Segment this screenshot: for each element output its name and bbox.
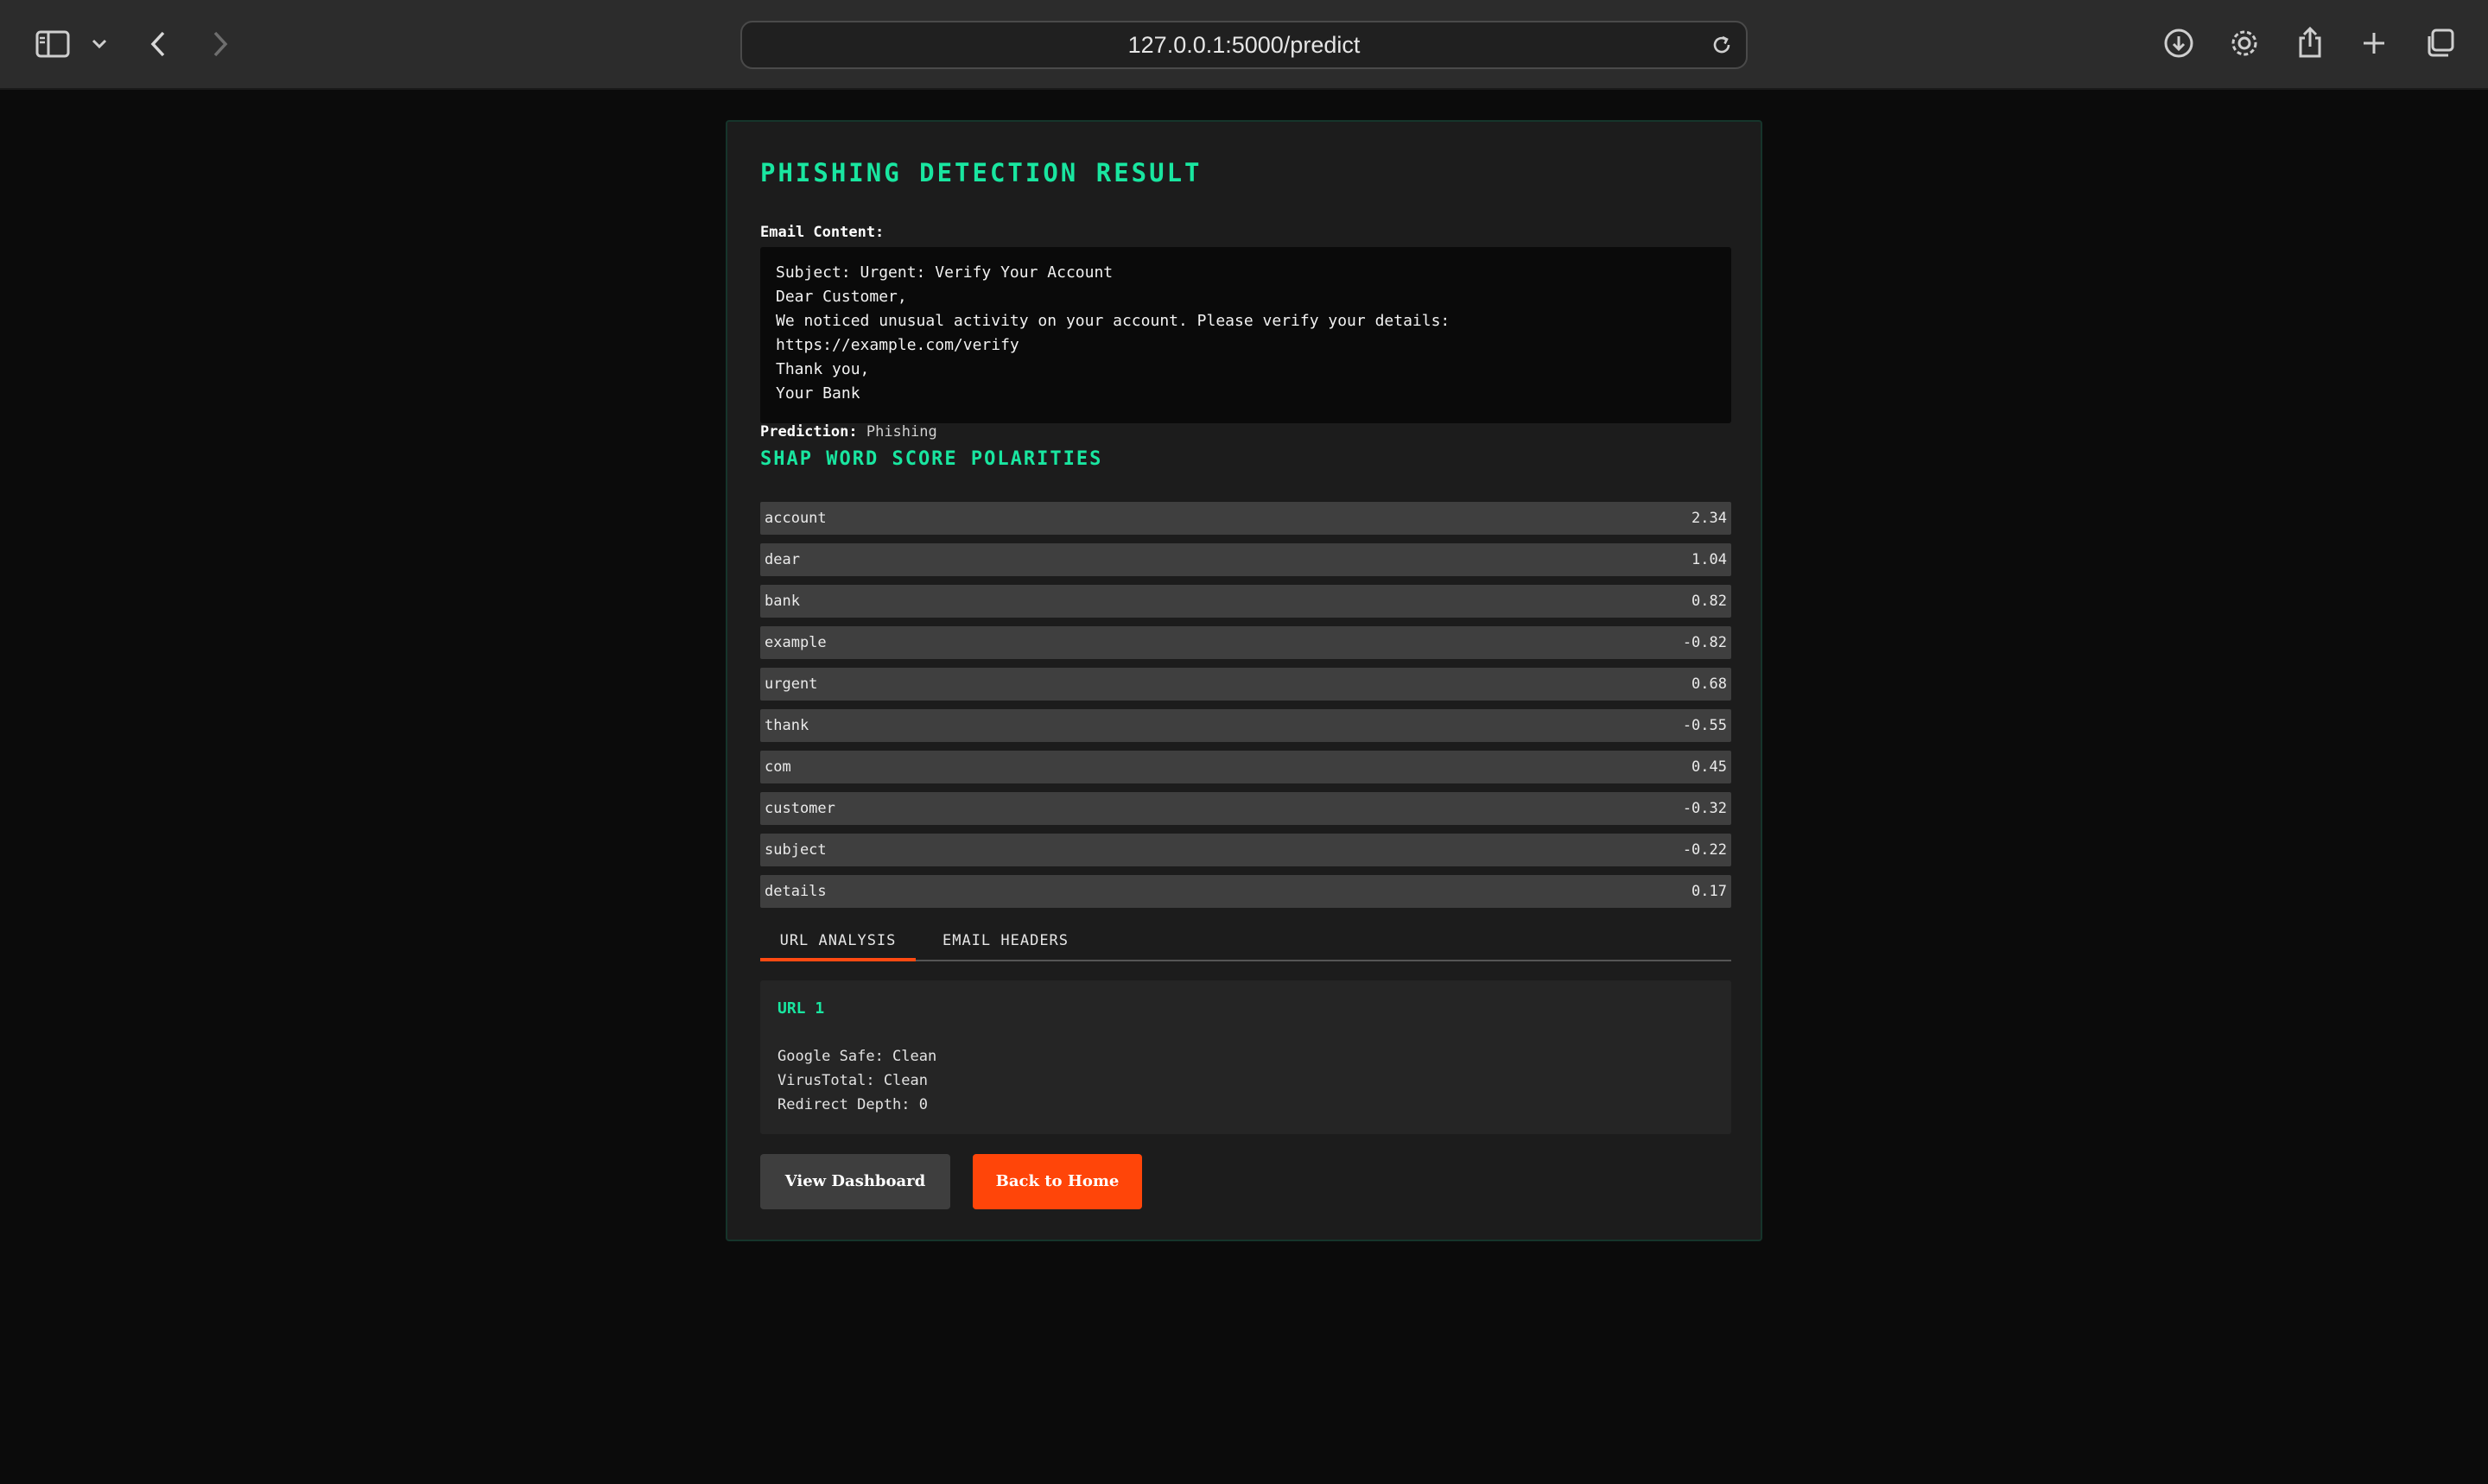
shap-row: thank -0.55: [760, 709, 1731, 742]
tab-email-headers[interactable]: EMAIL HEADERS: [919, 923, 1092, 961]
browser-toolbar: 127.0.0.1:5000/predict: [0, 0, 2488, 90]
email-content-label: Email Content:: [760, 224, 885, 241]
shap-score-list: account 2.34 dear 1.04 bank 0.82 example -0.…: [760, 502, 1731, 916]
shap-word: subject: [765, 841, 827, 859]
shap-word: com: [765, 758, 791, 776]
shap-word: account: [765, 510, 827, 527]
shap-value: 1.04: [1691, 551, 1727, 568]
chevron-down-icon[interactable]: [90, 33, 109, 55]
shap-row: com 0.45: [760, 751, 1731, 783]
result-card: PHISHING DETECTION RESULT Email Content:…: [726, 120, 1762, 1241]
tab-url-analysis[interactable]: URL ANALYSIS: [760, 923, 916, 961]
url-analysis-panel: URL 1 Google Safe: Clean VirusTotal: Cle…: [760, 980, 1731, 1134]
plus-icon[interactable]: [2358, 28, 2390, 59]
shap-value: 2.34: [1691, 510, 1727, 527]
prediction-value: Phishing: [866, 423, 937, 441]
address-bar[interactable]: 127.0.0.1:5000/predict: [740, 21, 1748, 69]
download-icon[interactable]: [2161, 26, 2196, 60]
shap-word: dear: [765, 551, 800, 568]
share-icon[interactable]: [2294, 24, 2326, 60]
shap-word: thank: [765, 717, 809, 734]
shap-row: urgent 0.68: [760, 668, 1731, 701]
email-line: Subject: Urgent: Verify Your Account: [776, 263, 1114, 282]
email-line: We noticed unusual activity on your acco…: [776, 312, 1450, 330]
shap-value: -0.32: [1682, 800, 1727, 817]
shap-row: subject -0.22: [760, 834, 1731, 866]
shap-word: details: [765, 883, 827, 900]
url-text[interactable]: 127.0.0.1:5000/predict: [742, 22, 1746, 67]
view-dashboard-button[interactable]: View Dashboard: [760, 1154, 950, 1209]
shap-word: customer: [765, 800, 835, 817]
email-content-box: Subject: Urgent: Verify Your Account Dea…: [760, 247, 1731, 423]
prediction: Prediction: Phishing: [760, 423, 937, 441]
shap-value: 0.45: [1691, 758, 1727, 776]
tabs-icon[interactable]: [2422, 26, 2457, 60]
forward-icon[interactable]: [207, 28, 233, 60]
shap-value: -0.82: [1682, 634, 1727, 651]
prediction-label: Prediction:: [760, 423, 858, 441]
shap-row: dear 1.04: [760, 543, 1731, 576]
reload-icon[interactable]: [1710, 33, 1734, 57]
shap-title: SHAP WORD SCORE POLARITIES: [760, 448, 1103, 470]
email-line: Dear Customer,: [776, 288, 907, 306]
shap-word: bank: [765, 593, 800, 610]
shap-value: 0.17: [1691, 883, 1727, 900]
gear-icon[interactable]: [2227, 26, 2262, 60]
shap-row: details 0.17: [760, 875, 1731, 908]
shap-row: example -0.82: [760, 626, 1731, 659]
shap-row: account 2.34: [760, 502, 1731, 535]
email-line: Thank you,: [776, 360, 870, 378]
google-safe-status: Google Safe: Clean: [778, 1048, 937, 1065]
email-line: Your Bank: [776, 384, 860, 403]
shap-row: customer -0.32: [760, 792, 1731, 825]
email-line: https://example.com/verify: [776, 336, 1019, 354]
sidebar-icon[interactable]: [35, 28, 71, 60]
redirect-depth: Redirect Depth: 0: [778, 1096, 928, 1113]
shap-value: 0.68: [1691, 675, 1727, 693]
back-icon[interactable]: [145, 28, 171, 60]
analysis-tabs: URL ANALYSIS EMAIL HEADERS: [760, 923, 1731, 961]
shap-row: bank 0.82: [760, 585, 1731, 618]
virustotal-status: VirusTotal: Clean: [778, 1072, 928, 1089]
shap-value: -0.22: [1682, 841, 1727, 859]
shap-value: 0.82: [1691, 593, 1727, 610]
shap-value: -0.55: [1682, 717, 1727, 734]
shap-word: urgent: [765, 675, 818, 693]
page-title: PHISHING DETECTION RESULT: [760, 158, 1203, 187]
back-to-home-button[interactable]: Back to Home: [973, 1154, 1142, 1209]
url-heading: URL 1: [778, 999, 825, 1018]
shap-word: example: [765, 634, 827, 651]
